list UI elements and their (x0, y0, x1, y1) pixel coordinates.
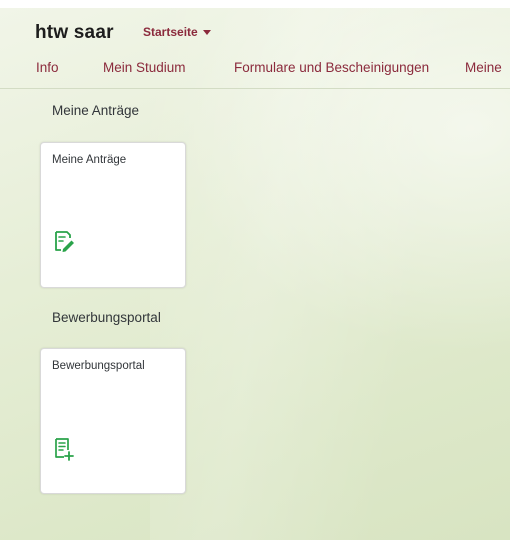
htw-saar-logo[interactable]: htw saar (35, 22, 114, 44)
tab-mein-studium[interactable]: Mein Studium (103, 60, 186, 75)
tile-meine-antraege[interactable]: Meine Anträge (40, 142, 186, 288)
group-title-bewerbungsportal: Bewerbungsportal (52, 310, 161, 325)
tile-title: Meine Anträge (52, 154, 127, 166)
startseite-label: Startseite (143, 25, 198, 39)
anchor-navigation-bar: Info Mein Studium Formulare und Beschein… (0, 54, 510, 89)
startseite-menu-button[interactable]: Startseite (143, 25, 211, 39)
tile-title: Bewerbungsportal (52, 360, 145, 372)
caret-down-icon (202, 30, 211, 35)
shell-header: htw saar Startseite (0, 8, 510, 54)
tab-formulare-und-bescheinigungen[interactable]: Formulare und Bescheinigungen (234, 60, 429, 75)
group-title-meine-antraege: Meine Anträge (52, 103, 140, 118)
tile-bewerbungsportal[interactable]: Bewerbungsportal (40, 348, 186, 494)
launchpad-background: htw saar Startseite Info Mein Studium Fo… (0, 8, 510, 540)
edit-form-icon (55, 231, 74, 252)
tab-meine[interactable]: Meine (465, 60, 502, 75)
add-document-icon (55, 438, 74, 461)
tab-info[interactable]: Info (36, 60, 59, 75)
